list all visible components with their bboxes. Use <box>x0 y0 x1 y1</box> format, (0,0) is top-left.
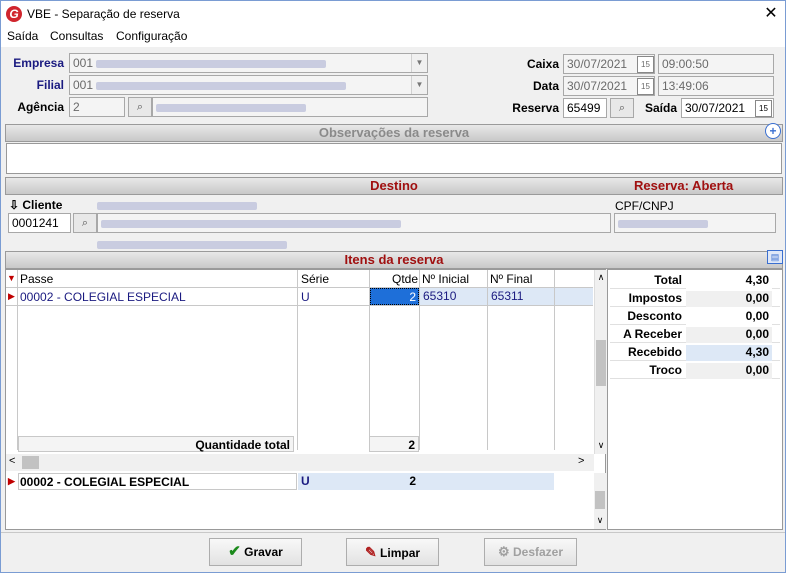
summary-serie: U <box>298 473 369 490</box>
col-qtde[interactable]: Qtde <box>392 272 418 286</box>
total-row: Total 4,30 <box>610 271 780 289</box>
data-time-field[interactable]: 13:49:06 <box>658 76 774 96</box>
observacoes-textarea[interactable] <box>6 143 782 174</box>
observacoes-header: Observações da reserva <box>5 124 783 142</box>
caixa-date-field[interactable]: 30/07/2021 15 <box>563 54 655 74</box>
reserva-field[interactable]: 65499 <box>563 98 607 118</box>
chevron-down-icon: ▼ <box>411 76 427 94</box>
menu-configuracao[interactable]: Configuração <box>116 29 187 43</box>
data-label: Data <box>532 79 559 93</box>
scroll-left-icon[interactable]: < <box>9 455 15 467</box>
agencia-code-field[interactable]: 2 <box>69 97 125 117</box>
vertical-scrollbar[interactable]: ∧ ∨ <box>594 270 606 454</box>
row-pointer-icon: ▶ <box>8 476 15 486</box>
summary-passe: 00002 - COLEGIAL ESPECIAL <box>18 473 297 490</box>
summary-qtde: 2 <box>369 473 419 490</box>
cliente-address-field <box>97 213 611 233</box>
saida-label: Saída <box>644 101 677 115</box>
gravar-button[interactable]: ✔ Gravar <box>209 538 302 566</box>
title-bar: G VBE - Separação de reserva ✕ <box>1 1 785 27</box>
scroll-thumb[interactable] <box>595 491 605 509</box>
reserva-label: Reserva <box>512 101 559 115</box>
cliente-code-field[interactable]: 0001241 <box>8 213 71 233</box>
saida-date-field[interactable]: 30/07/2021 15 <box>681 98 774 118</box>
troco-row: Troco 0,00 <box>610 361 780 379</box>
filial-label: Filial <box>36 78 64 92</box>
destino-header: Destino Reserva: Aberta <box>5 177 783 195</box>
recebido-row: Recebido 4,30 <box>610 343 780 361</box>
undo-icon: ⚙ <box>497 544 510 559</box>
scroll-up-icon[interactable]: ∧ <box>595 272 607 283</box>
cliente-name-text <box>97 198 257 210</box>
col-final[interactable]: Nº Final <box>490 272 532 286</box>
eraser-icon: ✎ <box>364 544 377 560</box>
totals-panel: Total 4,30 Impostos 0,00 Desconto 0,00 A Re… <box>607 269 783 530</box>
calendar-icon[interactable]: 15 <box>637 56 654 73</box>
desconto-row: Desconto 0,00 <box>610 307 780 325</box>
itens-grid: ▼ Passe Série Qtde Nº Inicial Nº Final ▶… <box>5 269 606 530</box>
window-title: VBE - Separação de reserva <box>27 7 180 21</box>
cell-inicial[interactable]: 65310 <box>420 288 487 305</box>
a-receber-row: A Receber 0,00 <box>610 325 780 343</box>
main-window: G VBE - Separação de reserva ✕ Saída Con… <box>0 0 786 573</box>
reserva-status: Reserva: Aberta <box>634 178 734 193</box>
scroll-down-icon[interactable]: ∨ <box>595 440 607 451</box>
empresa-label: Empresa <box>13 56 64 70</box>
menu-consultas[interactable]: Consultas <box>50 29 103 43</box>
cell-qtde[interactable]: 2 <box>370 288 419 305</box>
row-pointer-icon: ▶ <box>8 291 15 301</box>
destino-title: Destino <box>370 178 418 193</box>
app-logo-icon: G <box>6 6 22 22</box>
scroll-thumb[interactable] <box>596 340 606 386</box>
agencia-name-field <box>152 97 428 117</box>
cliente-city-text <box>97 237 287 249</box>
col-passe[interactable]: Passe <box>20 272 53 286</box>
caixa-time-field[interactable]: 09:00:50 <box>658 54 774 74</box>
total-value: 2 <box>369 436 419 452</box>
grid-header: ▼ Passe Série Qtde Nº Inicial Nº Final <box>6 270 593 288</box>
summary-row: ▶ 00002 - COLEGIAL ESPECIAL U 2 <box>6 473 554 491</box>
binoculars-icon[interactable]: ⌕ <box>610 98 634 118</box>
col-serie[interactable]: Série <box>301 272 329 286</box>
sort-arrow-icon: ▼ <box>7 273 16 283</box>
binoculars-icon[interactable]: ⌕ <box>73 213 97 233</box>
cpf-field <box>614 213 776 233</box>
binoculars-icon[interactable]: ⌕ <box>128 97 152 117</box>
empresa-select[interactable]: 001 ▼ <box>69 53 428 73</box>
scroll-thumb-h[interactable] <box>22 456 39 469</box>
menu-saida[interactable]: Saída <box>7 29 38 43</box>
close-button[interactable]: ✕ <box>759 3 783 25</box>
cell-passe[interactable]: 00002 - COLEGIAL ESPECIAL <box>20 290 186 304</box>
scroll-down-icon[interactable]: ∨ <box>594 515 606 526</box>
cell-serie[interactable]: U <box>301 290 310 304</box>
col-inicial[interactable]: Nº Inicial <box>422 272 469 286</box>
filial-select[interactable]: 001 ▼ <box>69 75 428 95</box>
desfazer-button: ⚙ Desfazer <box>484 538 577 566</box>
calendar-icon[interactable]: 15 <box>755 100 772 117</box>
scroll-right-icon[interactable]: > <box>578 455 584 467</box>
cell-final[interactable]: 65311 <box>488 288 554 305</box>
table-row[interactable]: ▶ 00002 - COLEGIAL ESPECIAL U 2 65310 65… <box>6 288 593 306</box>
cpf-label: CPF/CNPJ <box>615 199 674 213</box>
limpar-button[interactable]: ✎ Limpar <box>346 538 439 566</box>
agencia-label: Agência <box>17 100 64 114</box>
calendar-icon[interactable]: 15 <box>637 78 654 95</box>
check-icon: ✔ <box>228 543 241 560</box>
impostos-row: Impostos 0,00 <box>610 289 780 307</box>
cliente-label: ⇩ Cliente <box>9 198 63 212</box>
data-date-field[interactable]: 30/07/2021 15 <box>563 76 655 96</box>
total-label: Quantidade total <box>18 436 294 452</box>
horizontal-scrollbar[interactable]: < > <box>6 454 594 471</box>
menu-bar: Saída Consultas Configuração <box>1 27 785 47</box>
zoom-add-icon[interactable]: + <box>765 123 781 139</box>
chevron-down-icon: ▼ <box>411 54 427 72</box>
summary-scrollbar[interactable]: ∨ <box>594 473 606 529</box>
grid-options-icon[interactable]: ▤ <box>767 250 783 264</box>
itens-header: Itens da reserva <box>5 251 783 269</box>
caixa-label: Caixa <box>526 57 559 71</box>
